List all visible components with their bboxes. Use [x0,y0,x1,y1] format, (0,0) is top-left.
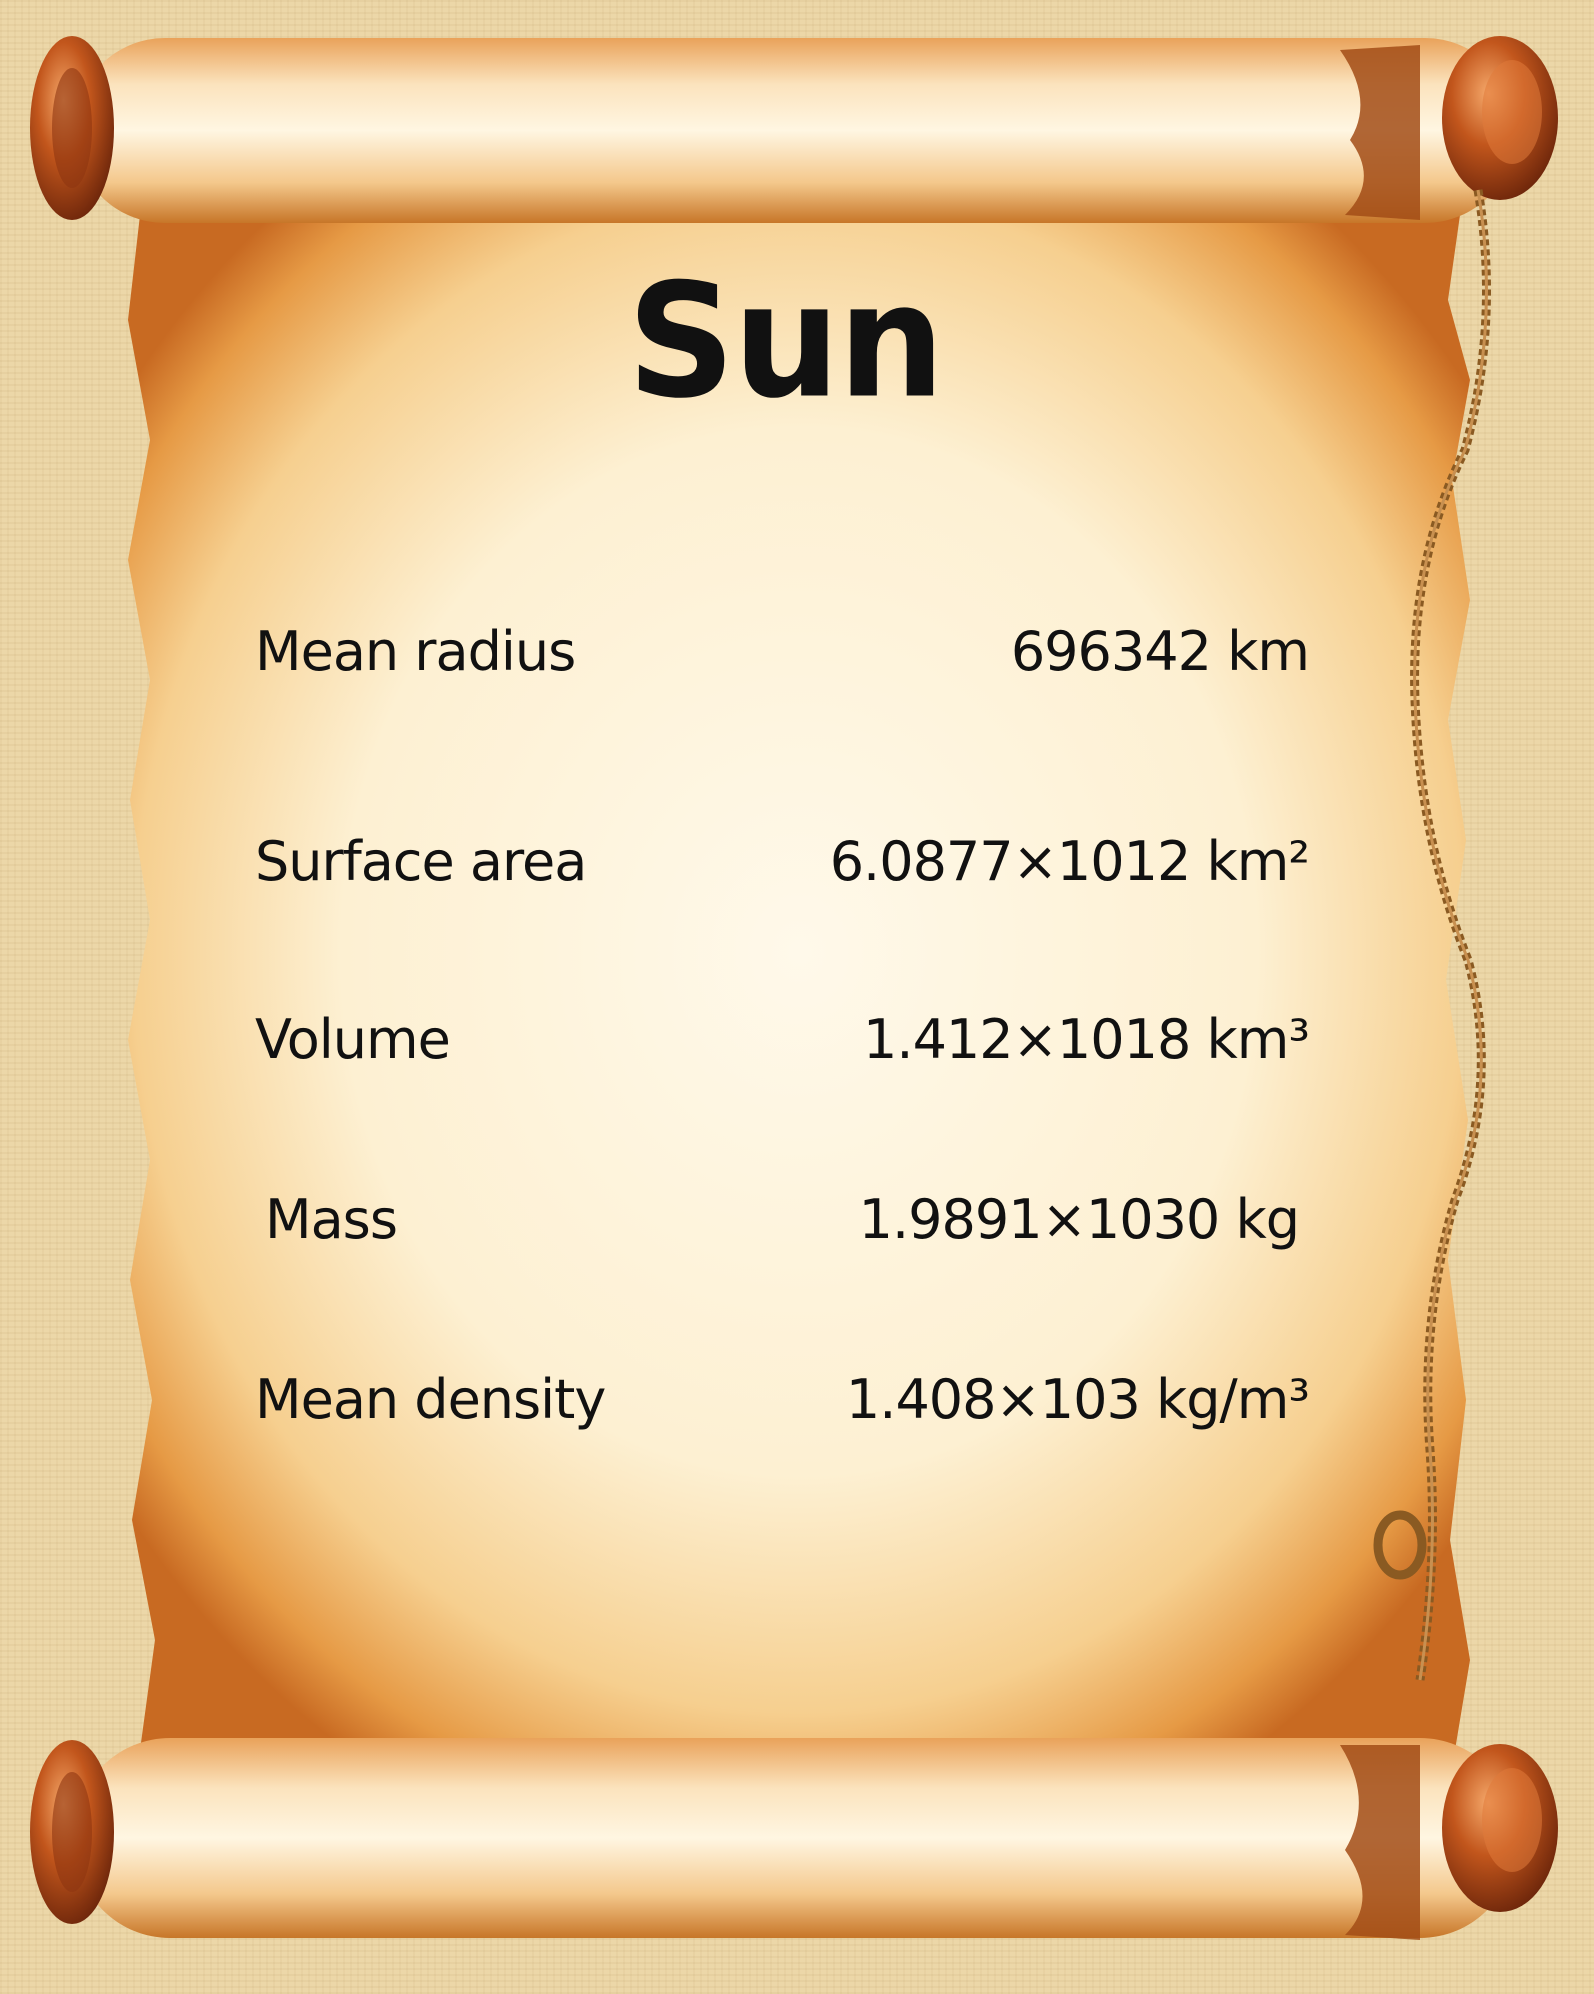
row-label-surface-area: Surface area [255,830,587,893]
row-value-mean-radius: 696342 km [1010,620,1310,683]
page-title: Sun [627,250,945,434]
row-label-mass: Mass [265,1188,398,1251]
row-value-mean-density: 1.408×103 kg/m³ [845,1368,1310,1431]
row-value-volume: 1.412×1018 km³ [863,1008,1310,1071]
parchment-sheet [128,215,1470,1750]
bottom-roll [30,1738,1558,1940]
row-label-volume: Volume [255,1008,451,1071]
row-label-mean-density: Mean density [255,1368,606,1431]
top-roll [30,36,1558,223]
row-label-mean-radius: Mean radius [255,620,576,683]
row-value-mass: 1.9891×1030 kg [858,1188,1300,1251]
row-value-surface-area: 6.0877×1012 km² [829,830,1310,893]
